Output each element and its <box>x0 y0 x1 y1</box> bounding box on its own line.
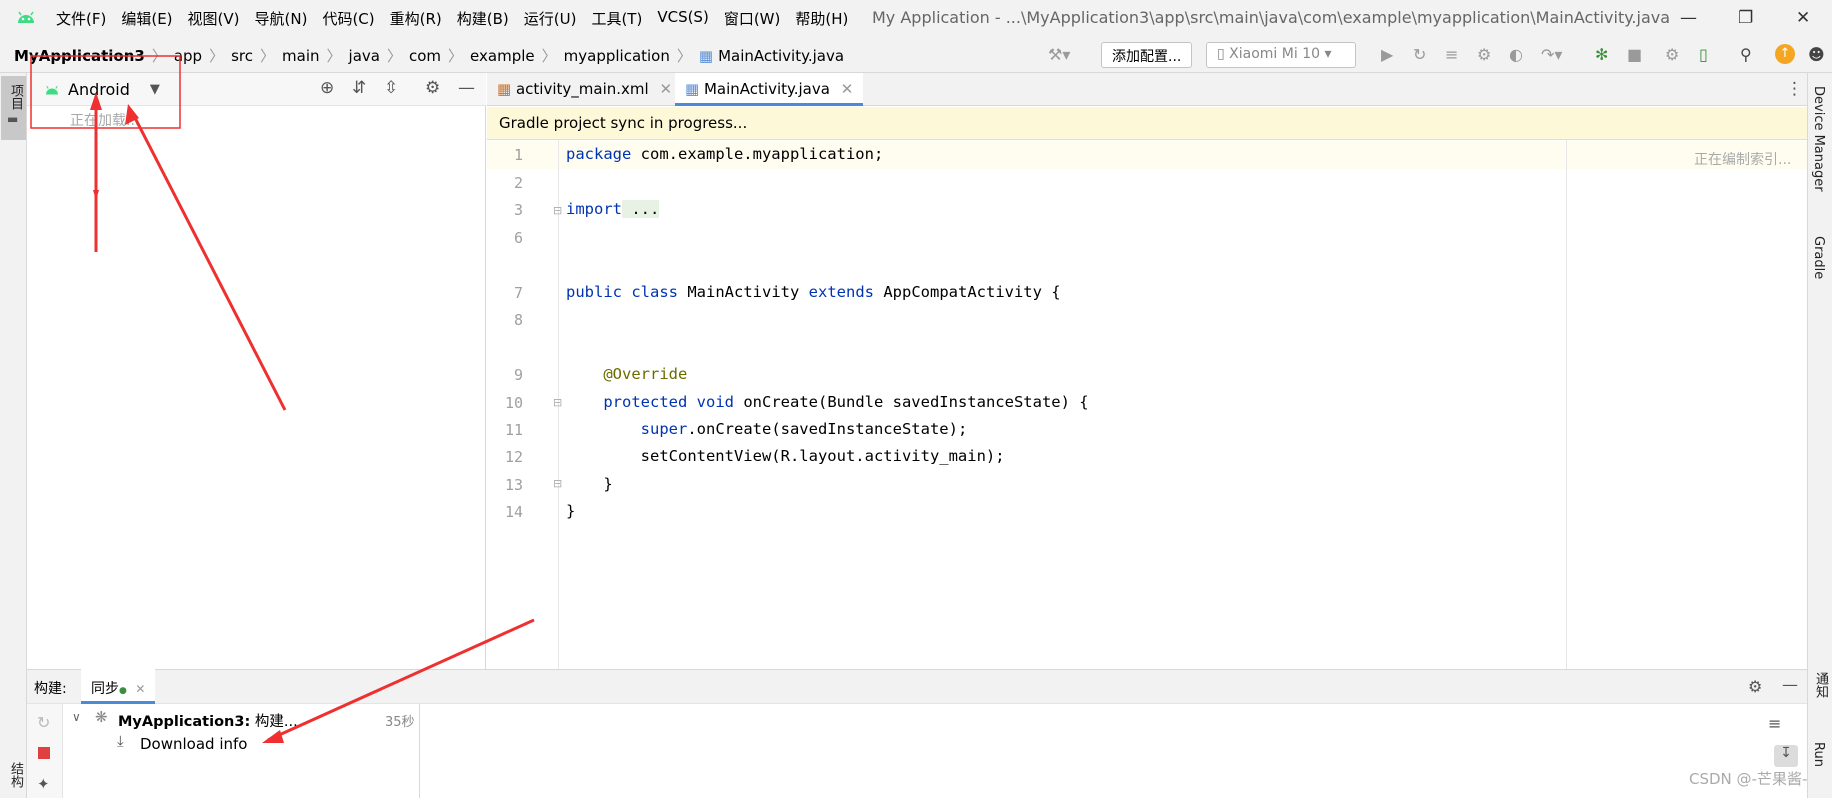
arrowhead <box>90 92 102 110</box>
annotation-arrow <box>130 111 287 411</box>
arrowhead <box>93 190 99 200</box>
highlight-box <box>30 55 181 129</box>
annotation-arrow <box>267 618 535 742</box>
arrowhead <box>262 730 284 743</box>
annotation-overlay <box>30 55 535 743</box>
